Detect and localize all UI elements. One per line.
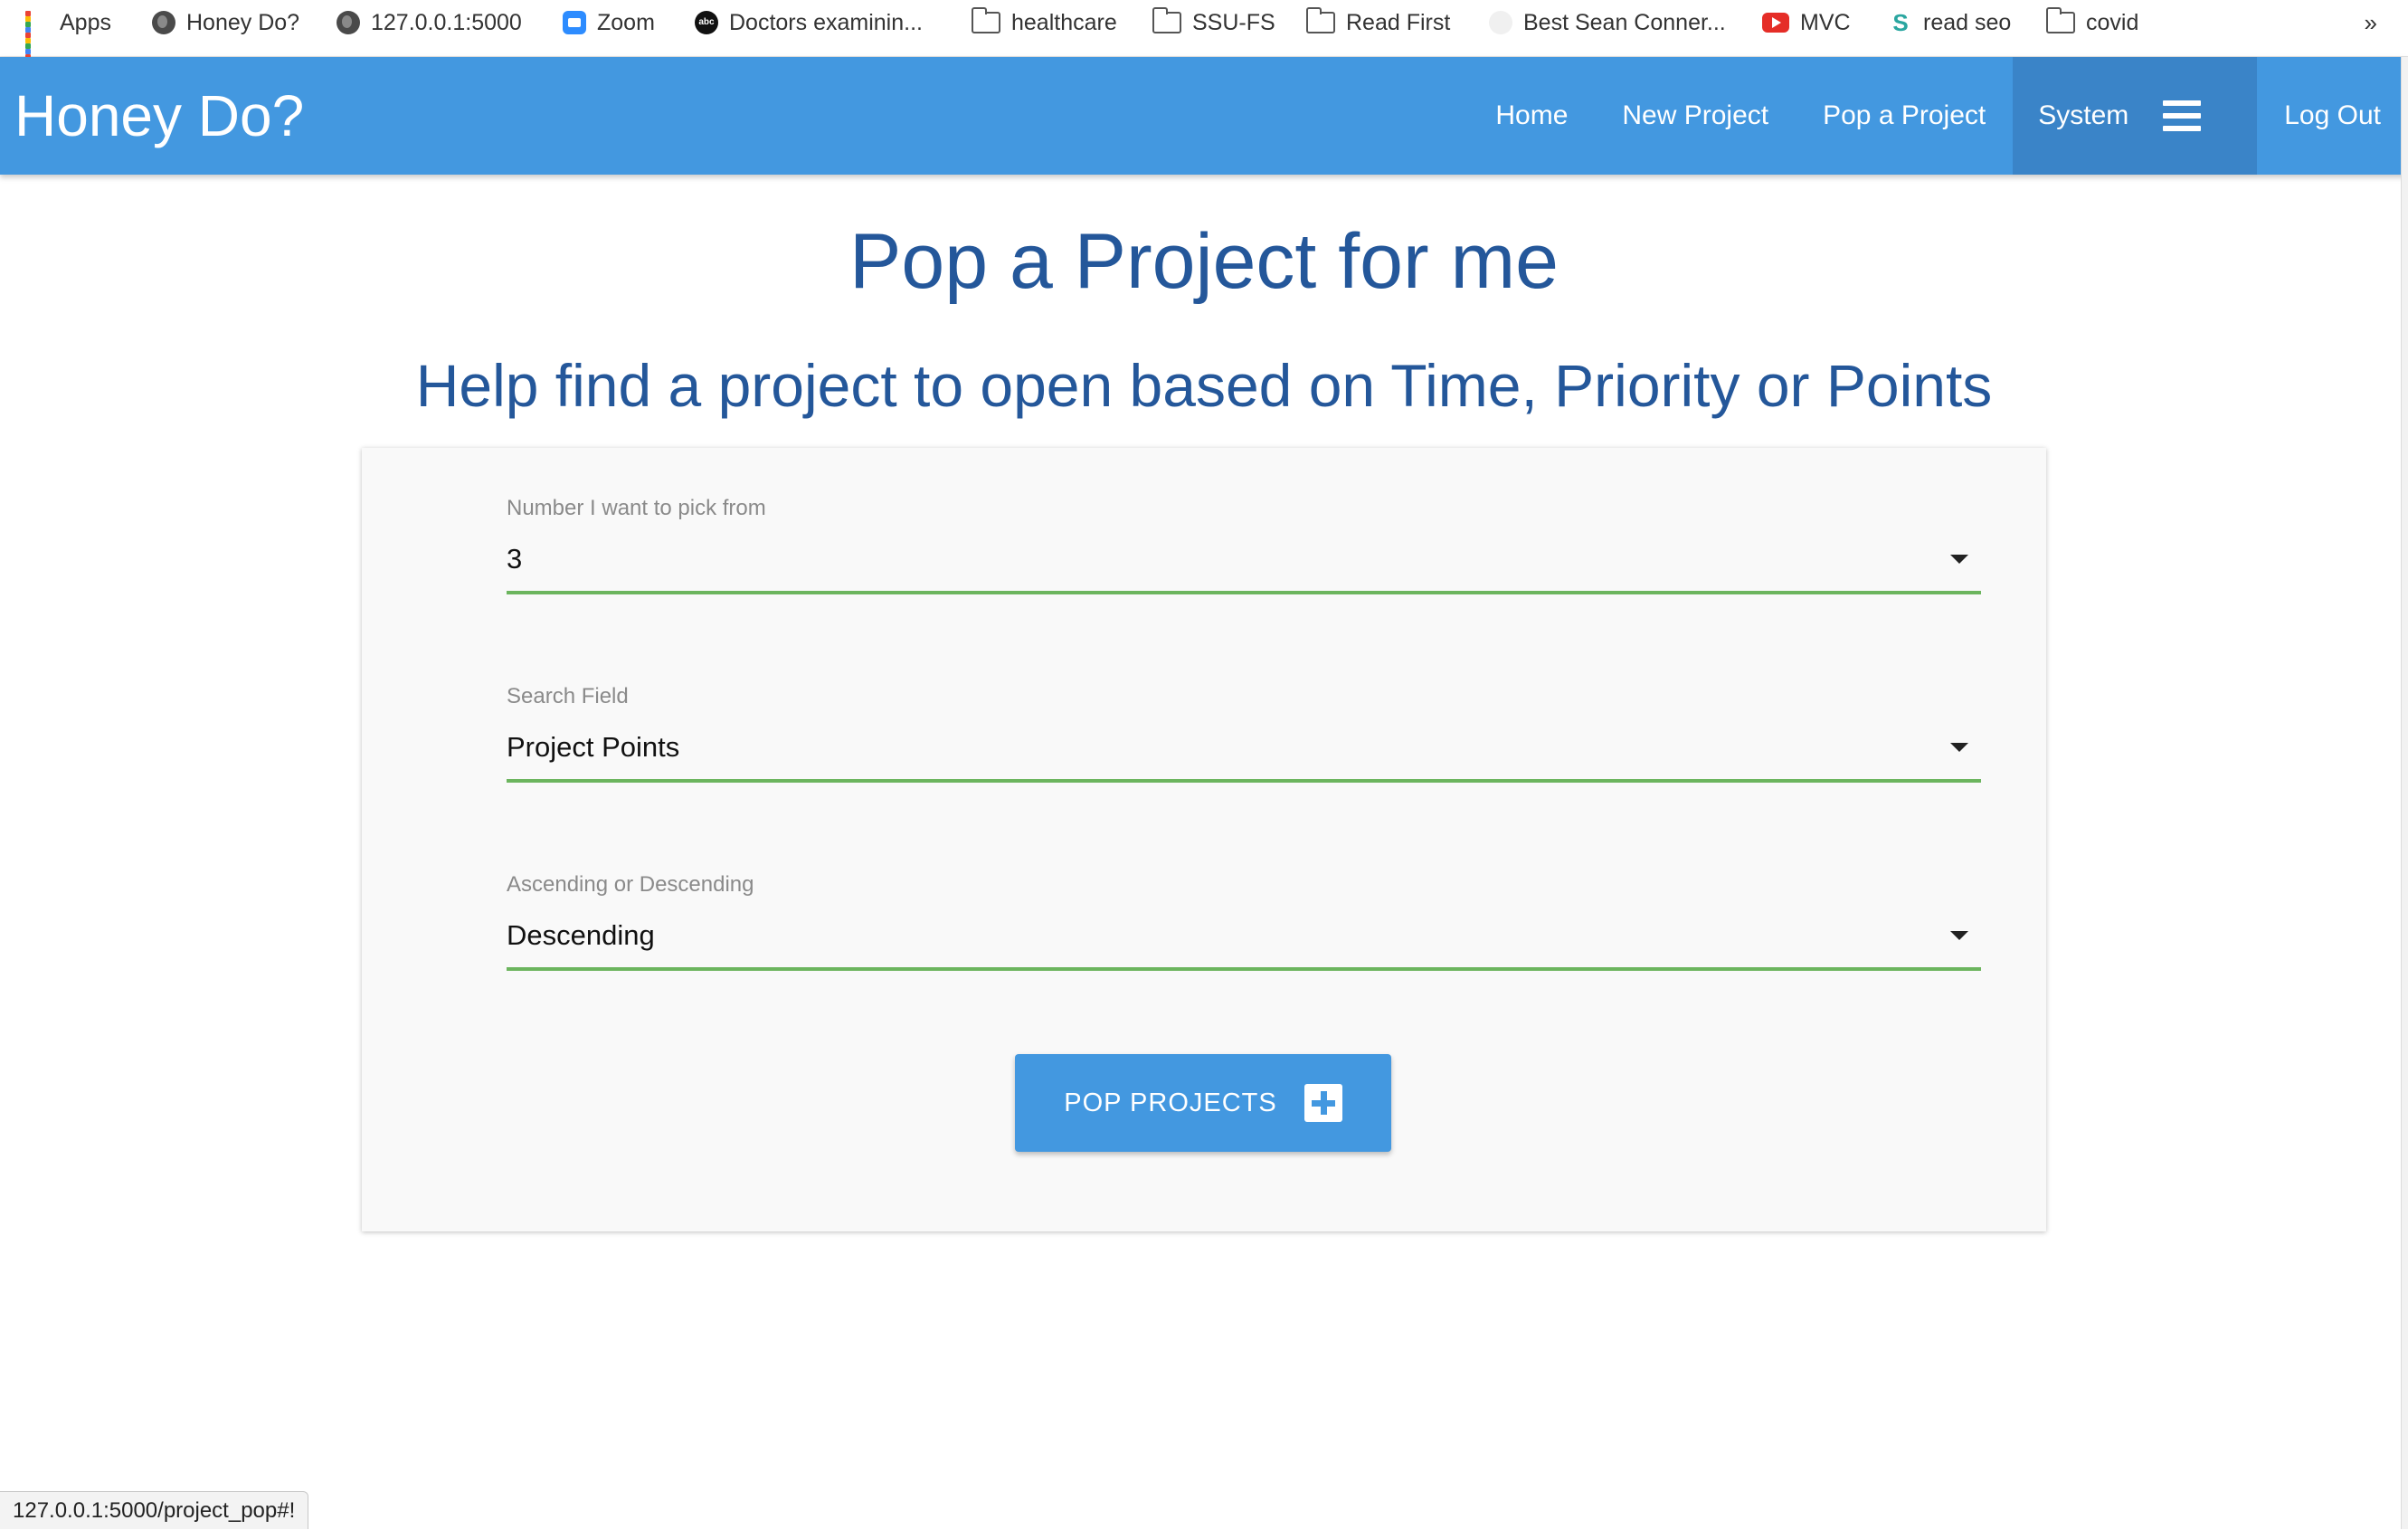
bookmark-folder-healthcare[interactable]: healthcare (972, 0, 1117, 45)
nyt-icon (1489, 11, 1512, 34)
page-title: Pop a Project for me (0, 217, 2408, 307)
folder-icon (972, 12, 1000, 33)
bookmark-label: healthcare (1011, 10, 1117, 36)
search-field-select-value: Project Points (507, 726, 679, 764)
abc-news-icon: abc (695, 11, 718, 34)
number-field-label: Number I want to pick from (507, 495, 1981, 522)
bookmark-label: SSU-FS (1192, 10, 1275, 36)
bookmark-folder-read-first[interactable]: Read First (1306, 0, 1450, 45)
top-navbar: Honey Do? Home New Project Pop a Project… (0, 57, 2408, 175)
bookmark-label: Zoom (597, 10, 655, 36)
bookmark-sean-connery[interactable]: Best Sean Conner... (1489, 0, 1726, 45)
bookmark-label: 127.0.0.1:5000 (371, 10, 522, 36)
bookmark-label: MVC (1800, 10, 1851, 36)
order-field: Ascending or Descending Descending (507, 871, 1981, 971)
bookmark-label: read seo (1923, 10, 2011, 36)
plus-box-icon (1304, 1084, 1342, 1122)
bookmarks-bar: Apps Honey Do? 127.0.0.1:5000 Zoom abc D… (0, 0, 2408, 57)
bookmark-label: Apps (60, 10, 111, 36)
dropdown-caret-icon (1950, 743, 1968, 752)
globe-icon (337, 11, 360, 34)
s-icon: S (1889, 11, 1912, 34)
bookmark-label: Doctors examinin... (729, 10, 923, 36)
page-scrollbar[interactable] (2401, 57, 2408, 1529)
bookmark-honey-do[interactable]: Honey Do? (152, 0, 299, 45)
bookmark-localhost[interactable]: 127.0.0.1:5000 (337, 0, 522, 45)
folder-icon (1306, 12, 1335, 33)
dropdown-caret-icon (1950, 931, 1968, 940)
youtube-icon (1762, 13, 1789, 33)
apps-grid-icon (25, 11, 49, 34)
page-subtitle: Help find a project to open based on Tim… (0, 351, 2408, 420)
zoom-icon (563, 11, 586, 34)
order-field-label: Ascending or Descending (507, 871, 1981, 898)
bookmark-read-seo[interactable]: S read seo (1889, 0, 2011, 45)
nav-home-link[interactable]: Home (1468, 57, 1595, 175)
bookmark-folder-covid[interactable]: covid (2046, 0, 2138, 45)
folder-icon (2046, 12, 2075, 33)
nav-logout-link[interactable]: Log Out (2257, 57, 2408, 175)
search-field-label: Search Field (507, 683, 1981, 710)
brand-logo[interactable]: Honey Do? (14, 57, 304, 175)
search-field-select[interactable]: Project Points (507, 710, 1981, 783)
pop-project-form-card: Number I want to pick from 3 Search Fiel… (362, 448, 2046, 1231)
bookmark-label: Honey Do? (186, 10, 299, 36)
nav-system-label: System (2038, 57, 2128, 175)
bookmark-mvc[interactable]: MVC (1762, 0, 1851, 45)
order-select[interactable]: Descending (507, 898, 1981, 971)
status-bar-url: 127.0.0.1:5000/project_pop#! (0, 1491, 308, 1529)
pop-projects-button[interactable]: POP PROJECTS (1015, 1054, 1391, 1152)
hamburger-menu-icon (2163, 100, 2201, 131)
number-field: Number I want to pick from 3 (507, 495, 1981, 594)
bookmark-label: covid (2086, 10, 2138, 36)
bookmarks-overflow-chevron-icon[interactable]: » (2365, 9, 2377, 37)
folder-icon (1152, 12, 1181, 33)
pop-projects-button-label: POP PROJECTS (1064, 1088, 1276, 1118)
bookmark-label: Read First (1346, 10, 1450, 36)
number-select-value: 3 (507, 537, 522, 575)
order-select-value: Descending (507, 914, 655, 952)
dropdown-caret-icon (1950, 555, 1968, 564)
bookmark-folder-ssu-fs[interactable]: SSU-FS (1152, 0, 1275, 45)
search-field: Search Field Project Points (507, 683, 1981, 783)
nav-links: Home New Project Pop a Project System Lo… (1468, 57, 2408, 175)
bookmark-zoom[interactable]: Zoom (563, 0, 655, 45)
bookmark-doctors-article[interactable]: abc Doctors examinin... (695, 0, 923, 45)
number-select[interactable]: 3 (507, 522, 1981, 594)
globe-icon (152, 11, 175, 34)
nav-system-menu[interactable]: System (2013, 57, 2257, 175)
nav-new-project-link[interactable]: New Project (1595, 57, 1796, 175)
nav-pop-a-project-link[interactable]: Pop a Project (1796, 57, 2013, 175)
bookmark-apps[interactable]: Apps (25, 0, 111, 45)
bookmark-label: Best Sean Conner... (1523, 10, 1726, 36)
